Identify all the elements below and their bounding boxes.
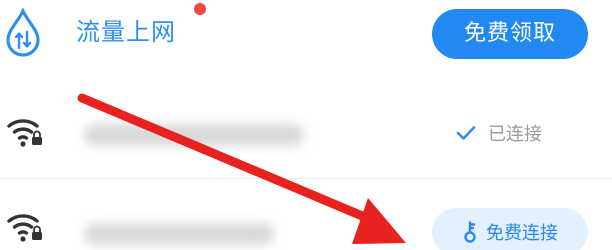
connection-status-label: 已连接 [488,124,542,145]
wifi-locked-icon [7,119,42,147]
connection-status: 已连接 [456,118,542,148]
key-icon [464,221,476,243]
network-name-blurred [84,223,274,245]
wifi-locked-icon [7,214,42,242]
network-row-connected[interactable]: 已连接 [0,88,612,179]
free-connect-button[interactable]: 免费连接 [432,208,588,250]
water-drop-data-icon [6,8,40,57]
mobile-data-title-wrap: 流量上网 [76,12,176,52]
network-name-blurred [84,124,304,146]
notification-dot [194,3,206,15]
check-icon [456,126,476,140]
free-connect-label: 免费连接 [486,223,558,244]
wifi-screen: 流量上网 免费领取 已连接 免费连接 [0,0,612,250]
network-row-free[interactable]: 免费连接 [0,178,612,250]
mobile-data-row[interactable]: 流量上网 免费领取 [0,0,612,78]
claim-free-button[interactable]: 免费领取 [432,9,588,59]
mobile-data-title: 流量上网 [76,18,176,46]
